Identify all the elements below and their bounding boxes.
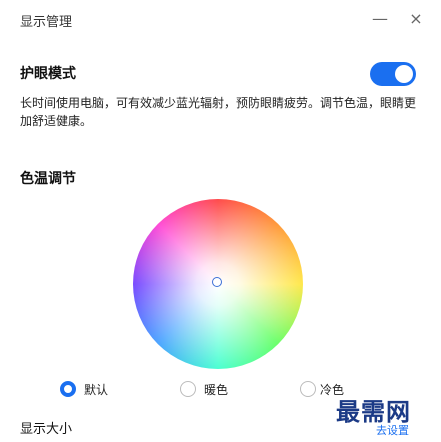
watermark: 最需网 去设置 <box>334 392 434 440</box>
toggle-knob <box>395 65 413 83</box>
title-bar: 显示管理 — × <box>0 0 441 40</box>
settings-link[interactable]: 去设置 <box>376 422 409 438</box>
window-title: 显示管理 <box>20 15 73 30</box>
radio-cool[interactable] <box>300 381 316 397</box>
color-temperature-label: 色温调节 <box>20 171 76 187</box>
close-button[interactable]: × <box>404 8 428 30</box>
minimize-button[interactable]: — <box>368 8 392 30</box>
radio-warm-label[interactable]: 暖色 <box>204 381 228 398</box>
eye-protection-label: 护眼模式 <box>20 66 76 82</box>
eye-protection-toggle[interactable] <box>370 62 416 86</box>
radio-default-label[interactable]: 默认 <box>84 381 108 398</box>
color-wheel-handle[interactable] <box>212 277 222 287</box>
radio-default[interactable] <box>60 381 76 397</box>
display-size-label: 显示大小 <box>20 422 73 437</box>
eye-protection-description: 长时间使用电脑，可有效减少蓝光辐射，预防眼睛疲劳。调节色温，眼睛更加舒适健康。 <box>20 96 417 128</box>
radio-warm[interactable] <box>180 381 196 397</box>
